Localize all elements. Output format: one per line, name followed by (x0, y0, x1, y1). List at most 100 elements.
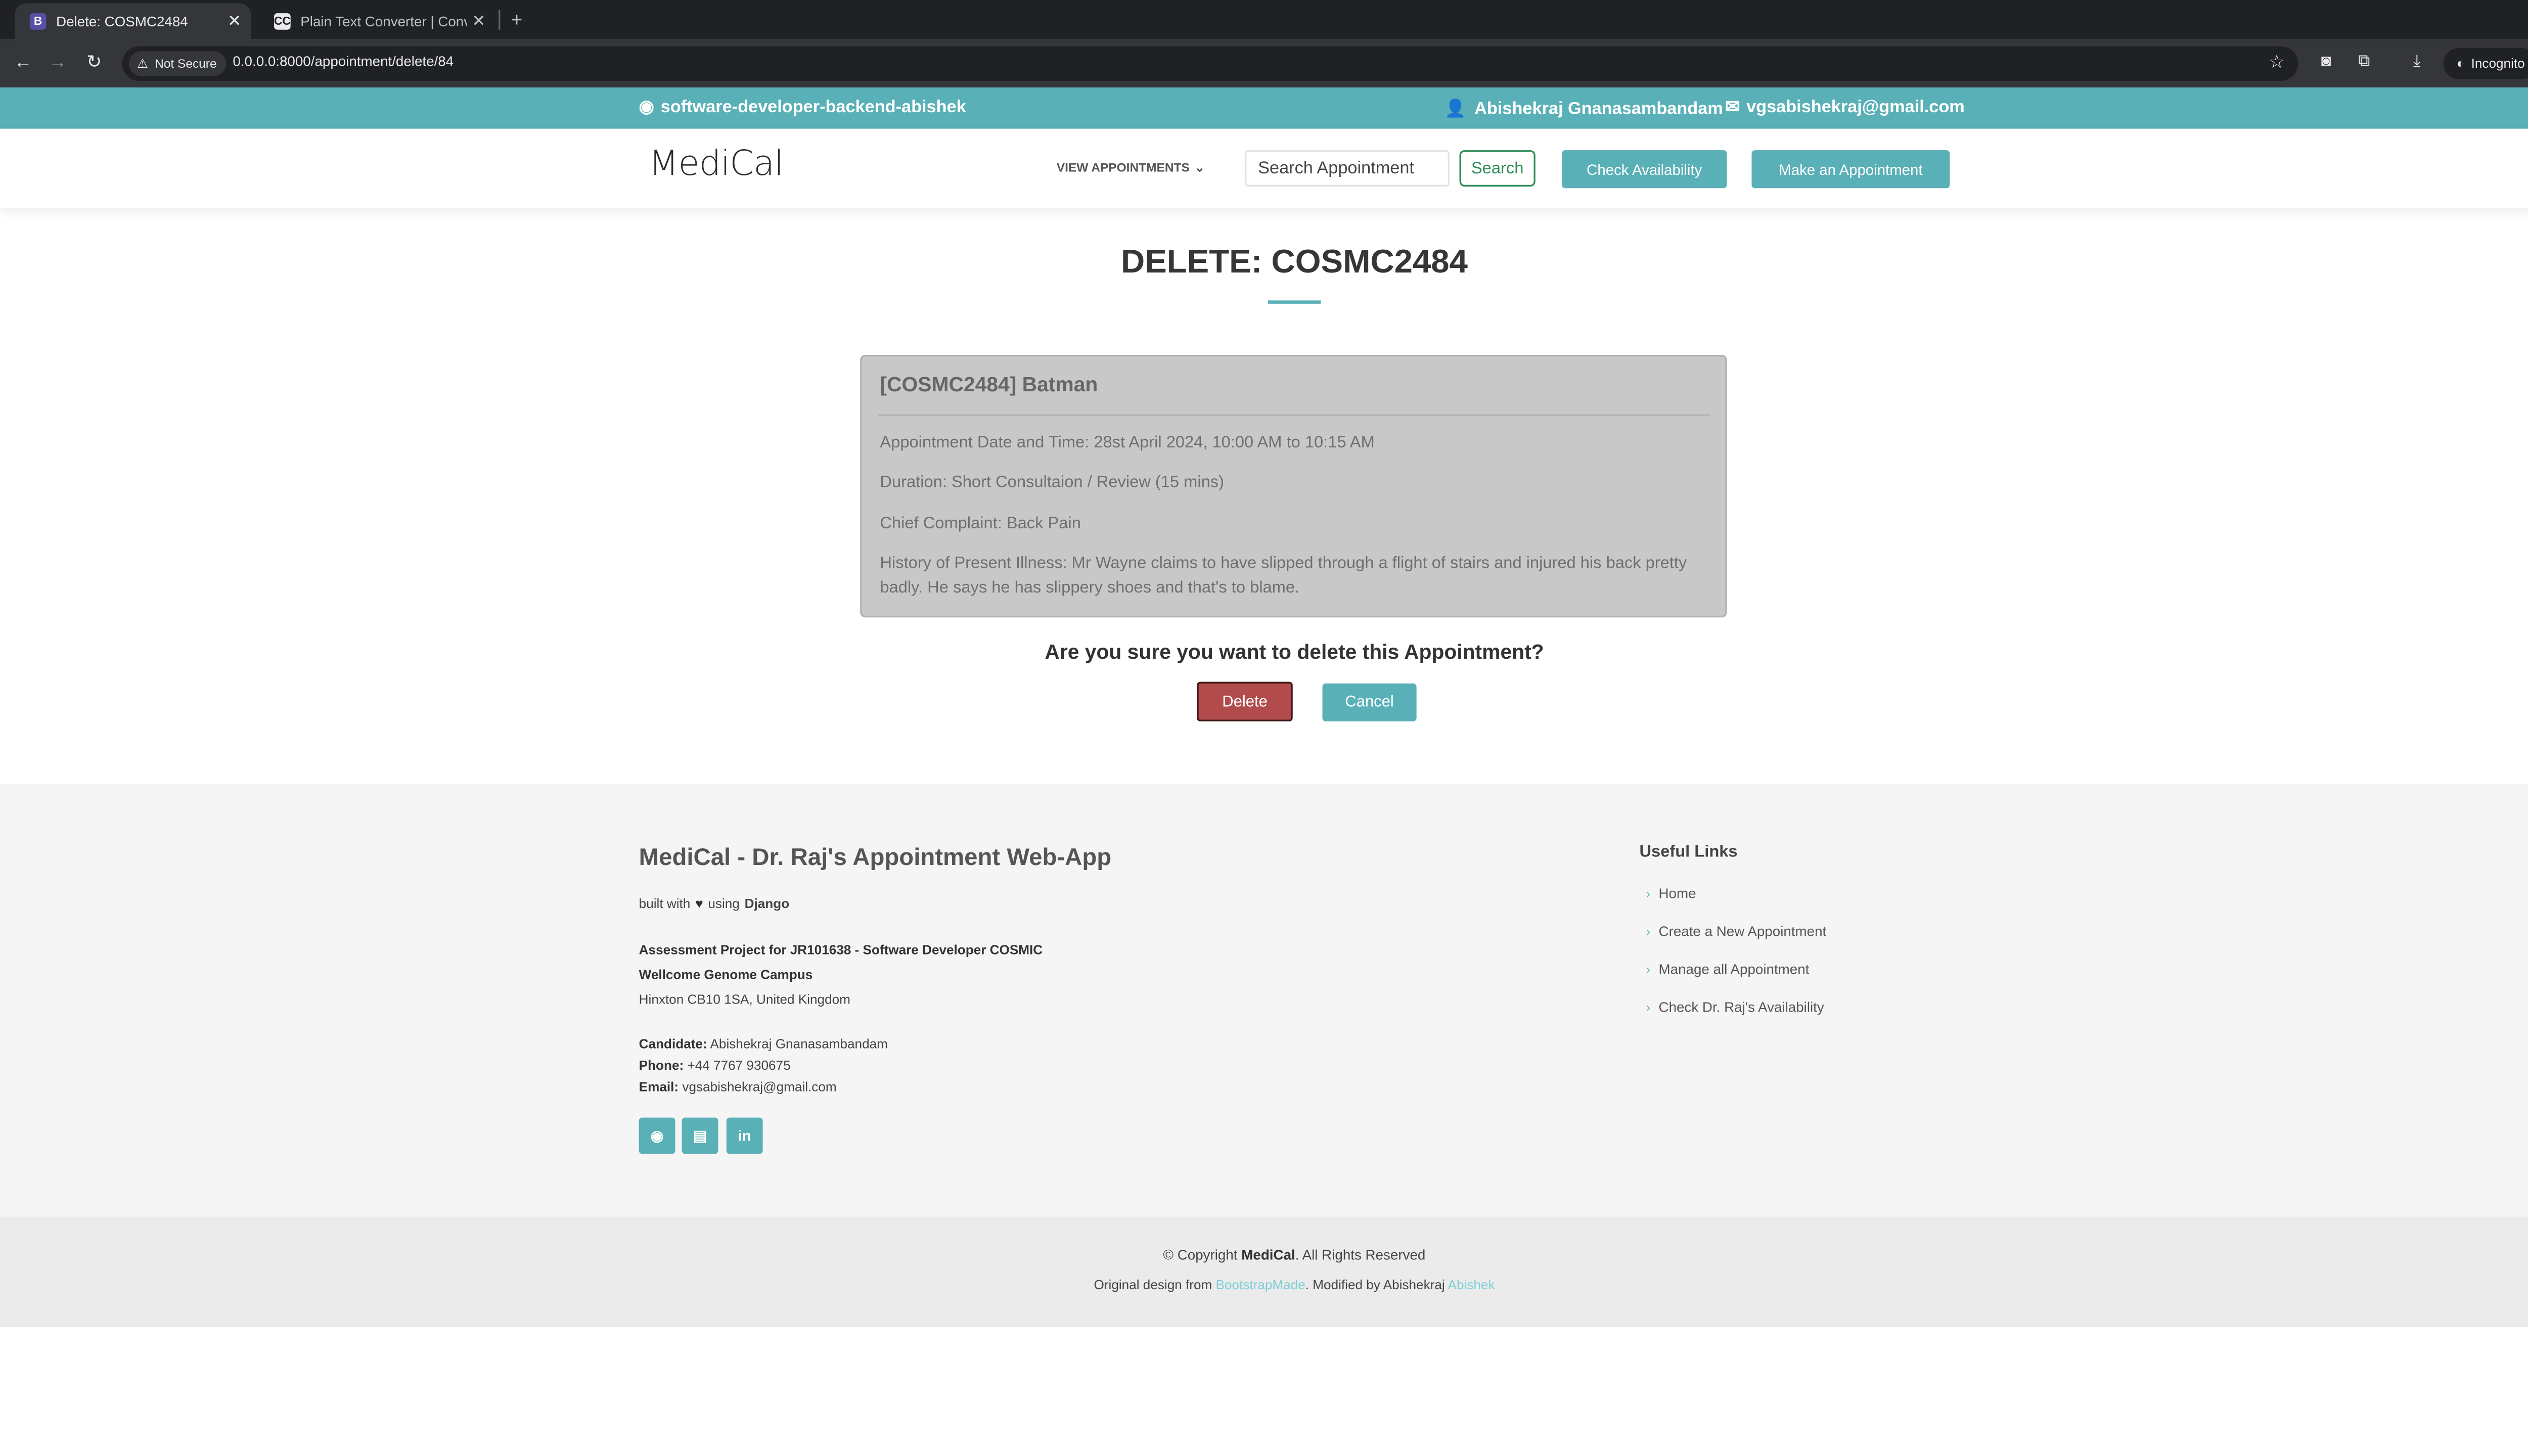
search-button[interactable]: Search (1459, 150, 1536, 187)
github-handle: software-developer-backend-abishek (660, 97, 966, 117)
footer-link-label: Home (1658, 885, 1696, 901)
tab-title: Delete: COSMC2484 (56, 13, 188, 30)
footer-top: MediCal - Dr. Raj's Appointment Web-App … (0, 784, 2528, 1217)
user-info: 👤 Abishekraj Gnanasambandam (1444, 98, 1723, 119)
incognito-icon: ◐ (2456, 56, 2465, 71)
chevron-right-icon: › (1646, 962, 1651, 977)
github-icon: ◉ (639, 97, 654, 117)
make-appointment-button[interactable]: Make an Appointment (1751, 150, 1950, 189)
check-availability-button[interactable]: Check Availability (1561, 150, 1727, 189)
delete-button[interactable]: Delete (1197, 681, 1293, 721)
tab-separator (499, 10, 501, 30)
tab-close-icon[interactable]: ✕ (467, 12, 490, 30)
project-line: Assessment Project for JR101638 - Softwa… (639, 942, 1043, 957)
envelope-icon: ✉ (1725, 97, 1740, 117)
email-link[interactable]: ✉ vgsabishekraj@gmail.com (1725, 98, 1965, 117)
built-prefix: built with (639, 896, 691, 912)
new-tab-icon[interactable]: + (505, 8, 528, 31)
built-with-line: built with ♥ using Django (639, 896, 789, 911)
camera-icon[interactable]: ◙ (2315, 51, 2338, 74)
search-input[interactable] (1245, 150, 1450, 187)
extensions-puzzle-icon[interactable]: ⧉ (2353, 51, 2376, 74)
appointment-complaint: Chief Complaint: Back Pain (880, 515, 1081, 533)
address-line: Hinxton CB10 1SA, United Kingdom (639, 992, 850, 1007)
confirm-question: Are you sure you want to delete this App… (1045, 640, 1544, 664)
chevron-right-icon: › (1646, 923, 1651, 939)
heart-icon: ♥ (695, 896, 703, 912)
footer-title: MediCal - Dr. Raj's Appointment Web-App (639, 845, 1112, 872)
appointment-card: [COSMC2484] Batman Appointment Date and … (860, 355, 1727, 618)
footer-link-label: Manage all Appointment (1658, 961, 1810, 978)
footer-link-label: Check Dr. Raj's Availability (1658, 998, 1824, 1016)
tab-favicon-icon: B (29, 13, 47, 30)
copyright-suffix: . All Rights Reserved (1295, 1246, 1426, 1263)
github-icon: ◉ (650, 1126, 664, 1144)
incognito-label: Incognito (2471, 56, 2525, 71)
email-address: vgsabishekraj@gmail.com (1746, 97, 1965, 117)
site-topbar: ◉ software-developer-backend-abishek 👤 A… (0, 87, 2528, 129)
chevron-down-icon: ⌄ (1194, 160, 1205, 175)
copyright-prefix: © Copyright (1163, 1246, 1238, 1263)
candidate-name: Abishekraj Gnanasambandam (710, 1036, 888, 1052)
copyright-brand: MediCal (1241, 1246, 1295, 1263)
footer-link-manage[interactable]: › Manage all Appointment (1646, 961, 1810, 977)
browser-tab-inactive[interactable]: CC Plain Text Converter | Conve ✕ (259, 4, 495, 40)
view-appointments-dropdown[interactable]: VIEW APPOINTMENTS ⌄ (1057, 160, 1205, 175)
tab-close-icon[interactable]: ✕ (223, 12, 246, 30)
footer-link-availability[interactable]: › Check Dr. Raj's Availability (1646, 999, 1824, 1016)
author-link[interactable]: Abishek (1448, 1278, 1495, 1292)
browser-toolbar: ← → ↻ ⚠ Not Secure 0.0.0.0:8000/appointm… (0, 39, 2528, 88)
title-underline (1268, 300, 1321, 304)
footer-link-create[interactable]: › Create a New Appointment (1646, 923, 1827, 939)
user-icon: 👤 (1444, 99, 1466, 119)
document-icon: ▤ (693, 1126, 707, 1144)
linkedin-social-button[interactable]: in (726, 1117, 763, 1154)
card-divider (878, 414, 1710, 416)
candidate-line: Candidate: Abishekraj Gnanasambandam (639, 1037, 888, 1052)
url-text[interactable]: 0.0.0.0:8000/appointment/delete/84 (233, 53, 454, 69)
tab-favicon-icon: CC (274, 13, 291, 30)
github-social-button[interactable]: ◉ (639, 1117, 675, 1154)
campus-text: Wellcome Genome Campus (639, 967, 813, 982)
email-line: Email: vgsabishekraj@gmail.com (639, 1080, 837, 1095)
resume-social-button[interactable]: ▤ (682, 1117, 718, 1154)
footer-link-home[interactable]: › Home (1646, 885, 1696, 901)
useful-links-title: Useful Links (1639, 843, 1738, 862)
email-label: Email: (639, 1079, 679, 1095)
chevron-right-icon: › (1646, 999, 1651, 1015)
browser-tab-active[interactable]: B Delete: COSMC2484 ✕ (15, 3, 251, 40)
page-title: DELETE: COSMC2484 (1121, 244, 1468, 281)
campus-line: Wellcome Genome Campus (639, 967, 813, 982)
back-arrow-icon[interactable]: ← (12, 51, 35, 74)
chevron-right-icon: › (1646, 885, 1651, 901)
forward-arrow-icon[interactable]: → (46, 51, 69, 74)
security-indicator[interactable]: ⚠ Not Secure (128, 51, 227, 76)
github-link[interactable]: ◉ software-developer-backend-abishek (639, 98, 966, 117)
address-bar[interactable]: ⚠ Not Secure 0.0.0.0:8000/appointment/de… (122, 46, 2298, 81)
appointment-duration: Duration: Short Consultaion / Review (15… (880, 474, 1225, 492)
site-header: MediCal VIEW APPOINTMENTS ⌄ Search Check… (0, 128, 2528, 208)
project-text: Assessment Project for JR101638 - Softwa… (639, 942, 1043, 958)
user-name: Abishekraj Gnanasambandam (1474, 98, 1723, 118)
phone-number: +44 7767 930675 (687, 1058, 791, 1073)
copyright-line: © Copyright MediCal. All Rights Reserved (0, 1246, 2528, 1263)
cancel-button[interactable]: Cancel (1322, 683, 1417, 721)
built-using: using (708, 896, 740, 912)
download-icon[interactable]: ⤓ (2406, 51, 2429, 74)
candidate-label: Candidate: (639, 1036, 707, 1052)
credits-middle: . Modified by Abishekraj (1305, 1278, 1445, 1293)
site-logo[interactable]: MediCal (649, 144, 784, 183)
incognito-badge[interactable]: ◐ Incognito (2443, 48, 2528, 79)
appointment-datetime: Appointment Date and Time: 28st April 20… (880, 434, 1375, 452)
footer-email: vgsabishekraj@gmail.com (682, 1079, 837, 1095)
browser-tab-bar: B Delete: COSMC2484 ✕ CC Plain Text Conv… (0, 0, 2528, 40)
tab-title: Plain Text Converter | Conve (300, 13, 468, 30)
phone-label: Phone: (639, 1058, 684, 1073)
bootstrapmade-link[interactable]: BootstrapMade (1216, 1278, 1305, 1292)
appointment-title: [COSMC2484] Batman (880, 373, 1098, 396)
reload-icon[interactable]: ↻ (82, 51, 106, 74)
built-framework: Django (744, 896, 790, 912)
bookmark-star-icon[interactable]: ☆ (2269, 51, 2285, 72)
appointment-history: History of Present Illness: Mr Wayne cla… (880, 555, 1687, 598)
credits-line: Original design from BootstrapMade. Modi… (0, 1278, 2528, 1292)
